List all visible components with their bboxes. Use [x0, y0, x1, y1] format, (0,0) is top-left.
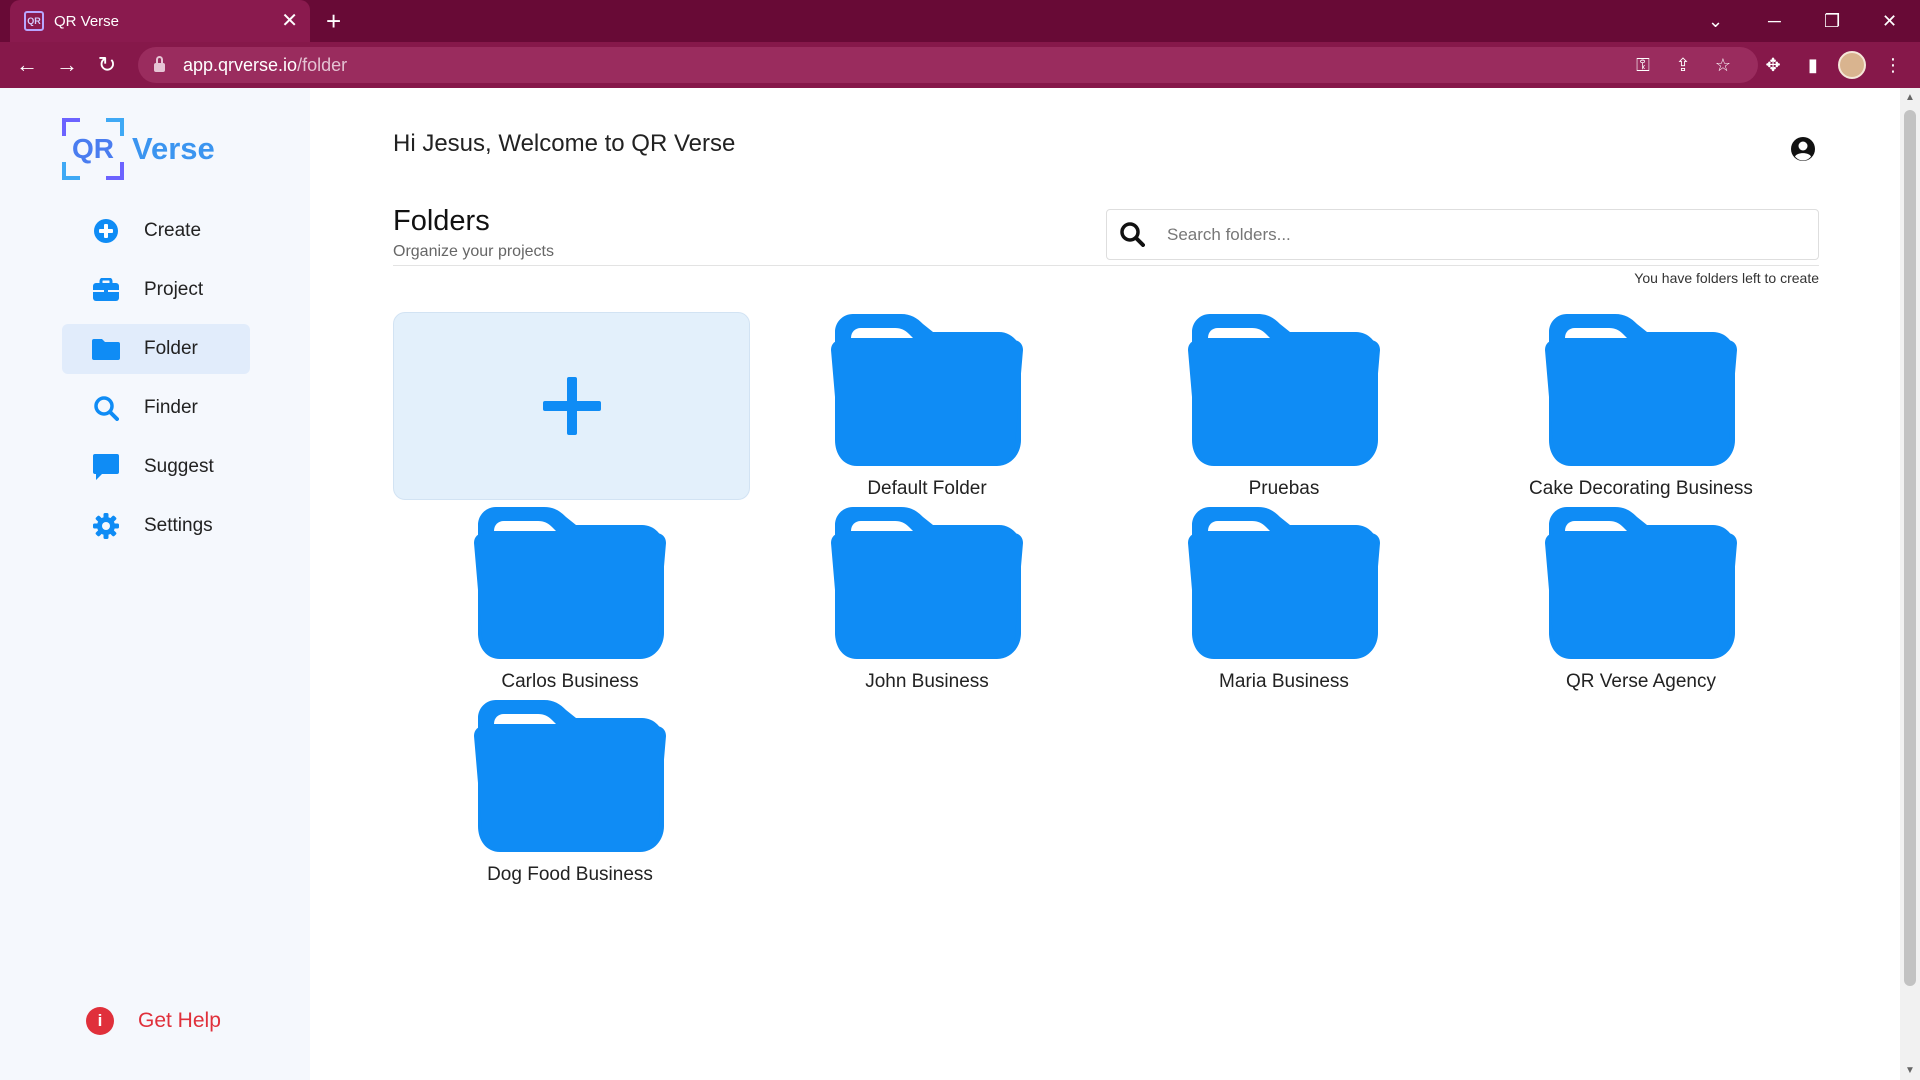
qr-logo-icon: QR [62, 118, 124, 180]
header-divider [393, 265, 1819, 266]
browser-toolbar: ← → ↻ app.qrverse.io/folder ⚿ ⇪ ☆ ✥ ▮ ⋮ [0, 42, 1920, 88]
scroll-up-icon[interactable]: ▲ [1900, 92, 1920, 103]
search-icon [92, 394, 120, 422]
folder-card[interactable]: Default Folder [812, 308, 1042, 500]
side-panel-icon[interactable]: ▮ [1800, 52, 1826, 78]
briefcase-icon [92, 276, 120, 304]
user-account-icon[interactable] [1790, 136, 1816, 162]
sidebar-item-label: Project [144, 279, 204, 300]
close-window-icon[interactable]: ✕ [1882, 6, 1897, 36]
back-icon[interactable]: ← [12, 50, 42, 80]
folder-card[interactable]: Cake Decorating Business [1526, 308, 1756, 500]
add-folder-button[interactable] [393, 312, 750, 500]
page-subtitle: Organize your projects [393, 243, 554, 260]
reload-icon[interactable]: ↻ [92, 50, 122, 80]
folder-name: John Business [865, 671, 989, 692]
folder-card[interactable]: Pruebas [1169, 308, 1399, 500]
folder-icon [474, 700, 666, 852]
plus-icon [542, 377, 601, 435]
url-host: app.qrverse.io [183, 54, 298, 75]
forward-icon[interactable]: → [52, 50, 82, 80]
folder-icon [1545, 314, 1737, 466]
folder-search-box[interactable] [1106, 209, 1819, 260]
get-help-label: Get Help [138, 1009, 221, 1032]
folder-card[interactable]: Dog Food Business [455, 694, 685, 886]
sidebar-item-project[interactable]: Project [62, 265, 250, 315]
browser-tab[interactable]: QR QR Verse ✕ [10, 0, 310, 42]
info-icon: i [86, 1007, 114, 1035]
folder-name: Maria Business [1219, 671, 1349, 692]
restore-icon[interactable]: ❐ [1824, 6, 1840, 36]
address-bar[interactable]: app.qrverse.io/folder [138, 47, 1758, 83]
sidebar-item-settings[interactable]: Settings [62, 501, 250, 551]
extensions-icon[interactable]: ✥ [1760, 52, 1786, 78]
bookmark-star-icon[interactable]: ☆ [1710, 52, 1736, 78]
folder-icon [1188, 314, 1380, 466]
sidebar-item-label: Settings [144, 515, 213, 536]
sidebar-item-create[interactable]: Create [62, 206, 250, 256]
chat-bubble-icon [92, 453, 120, 481]
tab-search-icon[interactable]: ⌄ [1708, 6, 1723, 36]
sidebar-item-label: Suggest [144, 456, 214, 477]
folder-icon [1188, 507, 1380, 659]
folder-icon [831, 507, 1023, 659]
tab-title: QR Verse [54, 12, 120, 30]
scroll-down-icon[interactable]: ▼ [1900, 1065, 1920, 1076]
gear-icon [92, 512, 120, 540]
get-help-link[interactable]: i Get Help [86, 1007, 221, 1035]
page-scrollbar[interactable]: ▲ ▼ [1900, 88, 1920, 1080]
folder-name: Dog Food Business [487, 864, 653, 885]
scrollbar-thumb[interactable] [1904, 110, 1916, 986]
folder-card[interactable]: Maria Business [1169, 501, 1399, 693]
sidebar-nav: Create Project Folder Finder Suggest Set… [62, 206, 250, 560]
folder-icon [92, 335, 120, 363]
folder-name: Default Folder [867, 478, 987, 499]
browser-tab-bar: QR QR Verse ✕ + ⌄ ─ ❐ ✕ [0, 0, 1920, 42]
folder-quota-text: You have folders left to create [1634, 270, 1819, 286]
profile-avatar[interactable] [1838, 51, 1866, 79]
folder-name: Cake Decorating Business [1529, 478, 1753, 499]
main-content: Hi Jesus, Welcome to QR Verse Folders Or… [310, 88, 1900, 1080]
sidebar-item-folder[interactable]: Folder [62, 324, 250, 374]
folder-card[interactable]: Carlos Business [455, 501, 685, 693]
new-tab-icon[interactable]: + [326, 6, 341, 36]
folder-icon [831, 314, 1023, 466]
qr-verse-logo[interactable]: QR Verse [62, 118, 215, 180]
sidebar-item-label: Folder [144, 338, 198, 359]
folder-name: Pruebas [1248, 478, 1320, 499]
folder-name: QR Verse Agency [1566, 671, 1716, 692]
sidebar-item-label: Finder [144, 397, 198, 418]
sidebar-item-label: Create [144, 220, 202, 241]
qr-verse-favicon-icon: QR [24, 11, 44, 31]
search-icon [1119, 221, 1147, 249]
folder-name: Carlos Business [501, 671, 639, 692]
welcome-greeting: Hi Jesus, Welcome to QR Verse [393, 130, 736, 157]
folder-card[interactable]: QR Verse Agency [1526, 501, 1756, 693]
plus-circle-icon [92, 217, 120, 245]
page-title: Folders [393, 205, 490, 237]
folder-card[interactable]: John Business [812, 501, 1042, 693]
logo-wordmark: Verse [132, 131, 215, 166]
key-icon[interactable]: ⚿ [1630, 52, 1656, 78]
minimize-icon[interactable]: ─ [1768, 6, 1781, 36]
tab-close-icon[interactable]: ✕ [281, 11, 298, 31]
lock-icon [154, 56, 165, 72]
browser-menu-icon[interactable]: ⋮ [1880, 52, 1906, 78]
folder-icon [474, 507, 666, 659]
url-path: /folder [297, 54, 348, 75]
folder-icon [1545, 507, 1737, 659]
search-input[interactable] [1167, 224, 1818, 245]
sidebar: QR Verse Create Project Folder Finder Su… [0, 88, 310, 1080]
share-icon[interactable]: ⇪ [1670, 52, 1696, 78]
sidebar-item-suggest[interactable]: Suggest [62, 442, 250, 492]
sidebar-item-finder[interactable]: Finder [62, 383, 250, 433]
